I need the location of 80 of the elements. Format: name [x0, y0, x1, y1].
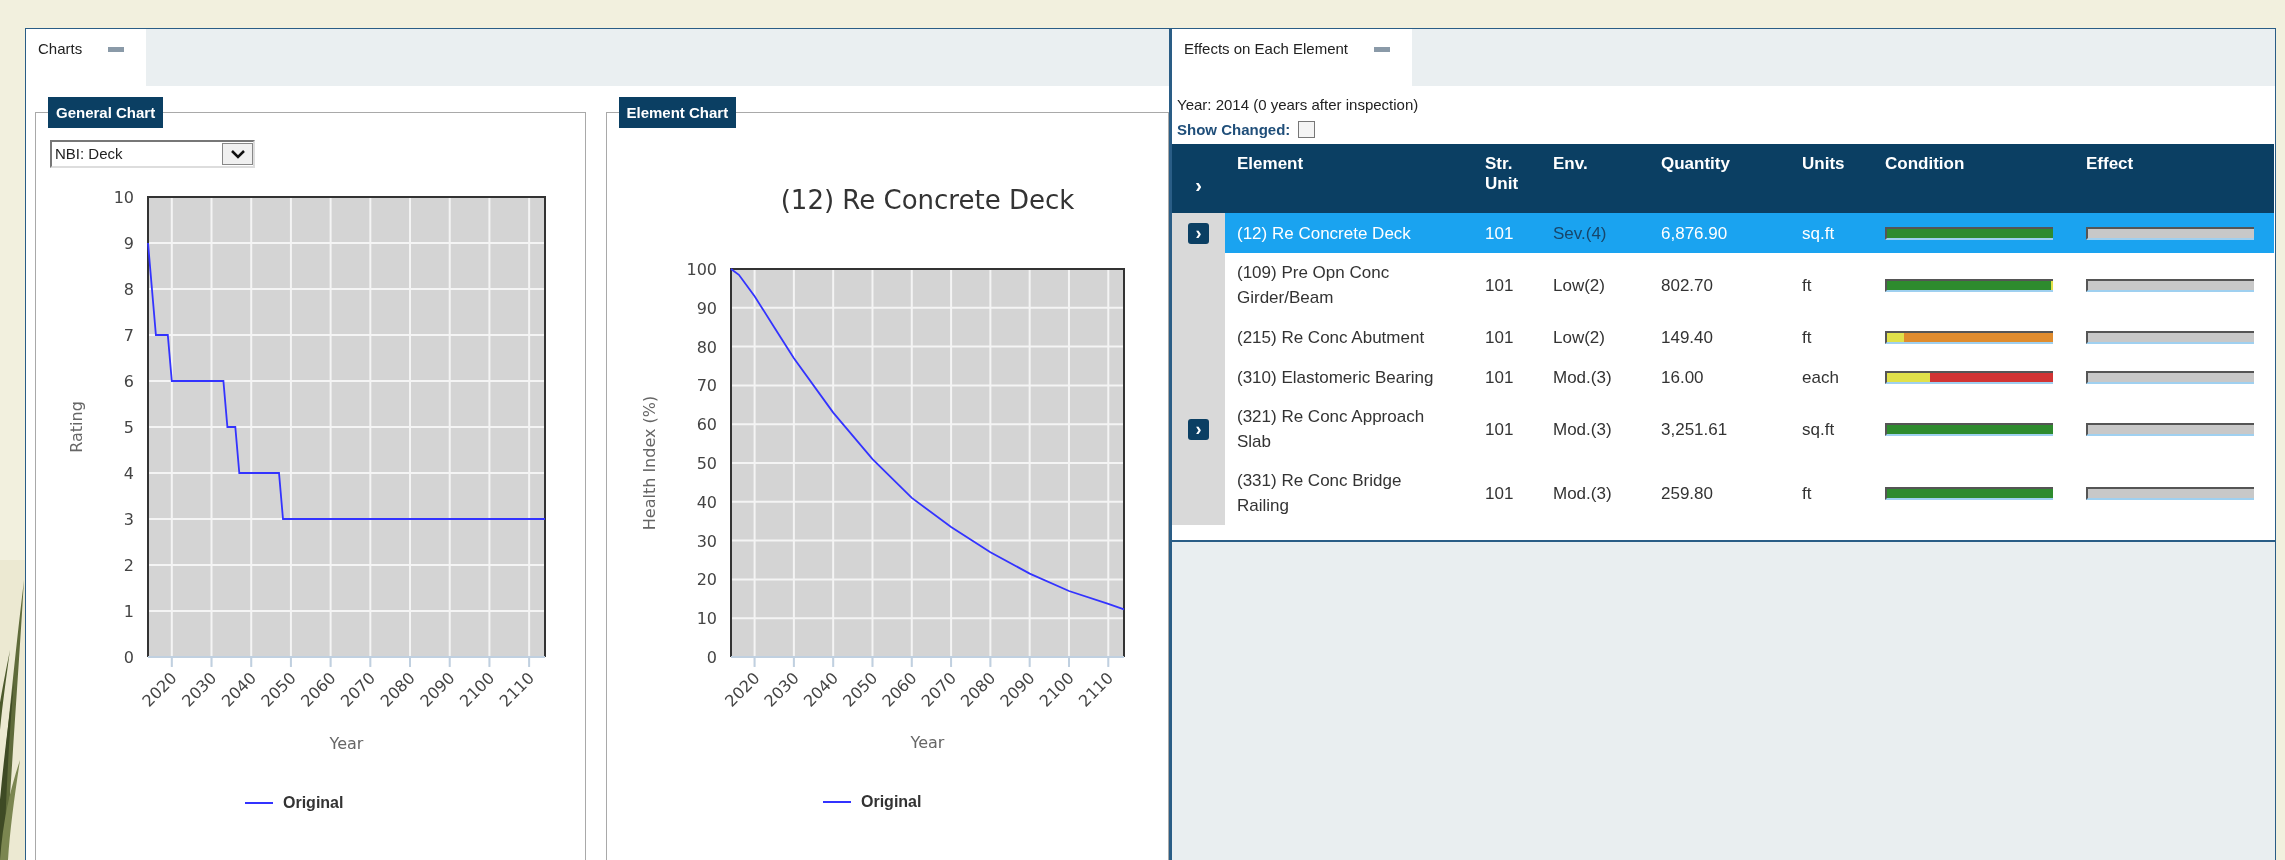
- table-cell-text: 101: [1485, 222, 1514, 245]
- expand-row-button[interactable]: ›: [1188, 418, 1209, 440]
- expand-all-button[interactable]: ›: [1195, 156, 1202, 213]
- show-changed-label: Show Changed:: [1177, 119, 1291, 140]
- year-text: Year: 2014 (0 years after inspection): [1176, 95, 1420, 115]
- table-cell-text: 101: [1485, 482, 1514, 505]
- table-cell-text: Sev.(4): [1553, 222, 1607, 245]
- table-cell-text: (331) Re Conc Bridge Railing: [1237, 470, 1403, 517]
- column-header[interactable]: Env.: [1553, 154, 1645, 174]
- table-cell-text: Mod.(3): [1553, 418, 1612, 441]
- axis-tick-label: 10: [696, 609, 717, 629]
- table-cell-text: 101: [1485, 274, 1514, 297]
- axis-title: Health Index (%): [639, 395, 659, 531]
- dropdown[interactable]: NBI: Deck: [50, 140, 255, 168]
- axis-tick-label: 7: [123, 326, 134, 345]
- axis-title: Rating: [67, 401, 86, 453]
- table-cell-text: 3,251.61: [1661, 418, 1728, 441]
- table-cell-text: (215) Re Conc Abutment: [1237, 326, 1425, 349]
- axis-tick-label: 30: [696, 531, 717, 551]
- column-header[interactable]: Element: [1237, 154, 1469, 174]
- table-cell-text: 101: [1485, 418, 1514, 441]
- table-cell-text: (109) Pre Opn Conc Girder/Beam: [1237, 262, 1391, 309]
- column-header[interactable]: Condition: [1885, 154, 2070, 174]
- axis-tick-label: 10: [113, 188, 134, 207]
- axis-tick-label: 40: [696, 492, 717, 512]
- axis-tick-label: 90: [696, 298, 717, 318]
- column-header[interactable]: Str. Unit: [1485, 154, 1537, 194]
- axis-tick-label: 100: [685, 260, 717, 279]
- legend-label: Original: [283, 794, 344, 811]
- panel-tab[interactable]: Charts: [26, 29, 147, 86]
- axis-tick-label: 3: [123, 510, 134, 529]
- axis-tick-label: 80: [696, 337, 717, 357]
- axis-tick-label: 6: [123, 372, 134, 391]
- table-cell-text: 802.70: [1661, 274, 1713, 297]
- axis-tick-label: 4: [123, 464, 134, 483]
- legend-label: Original: [860, 793, 921, 810]
- axis-tick-label: 5: [123, 418, 134, 437]
- axis-title: Year: [910, 733, 944, 752]
- table-cell-text: sq.ft: [1802, 418, 1835, 441]
- table-cell-text: 16.00: [1661, 366, 1704, 389]
- table-cell-text: (321) Re Conc Approach Slab: [1237, 406, 1426, 453]
- table-cell-text: Low(2): [1553, 326, 1605, 349]
- axis-tick-label: 2: [123, 556, 134, 575]
- chart-title: (12) Re Concrete Deck: [780, 185, 1074, 215]
- axis-tick-label: 60: [696, 415, 717, 435]
- table-cell-text: 149.40: [1661, 326, 1713, 349]
- axis-tick-label: 8: [123, 280, 134, 299]
- table-cell-text: 101: [1485, 366, 1514, 389]
- panel-tab[interactable]: Effects on Each Element: [1172, 29, 1412, 86]
- chevron-down-icon: [229, 149, 246, 159]
- table-cell-text: ft: [1802, 482, 1812, 505]
- table-cell-text: (12) Re Concrete Deck: [1237, 222, 1411, 245]
- axis-tick-label: 0: [123, 648, 134, 667]
- table-cell-text: ft: [1802, 274, 1812, 297]
- column-header[interactable]: Quantity: [1661, 154, 1786, 174]
- table-cell-text: 259.80: [1661, 482, 1713, 505]
- table-cell-text: Mod.(3): [1553, 366, 1612, 389]
- table-cell-text: ft: [1802, 326, 1812, 349]
- expand-row-button[interactable]: ›: [1188, 222, 1209, 244]
- table-row[interactable]: (12) Re Concrete Deck 101 Sev.(4) 6,876.90 sq.ft: [1225, 213, 2274, 253]
- axis-tick-label: 1: [123, 602, 134, 621]
- table-cell-text: 101: [1485, 326, 1514, 349]
- axis-tick-label: 20: [696, 570, 717, 590]
- axis-tick-label: 70: [696, 376, 717, 396]
- column-header[interactable]: Effect: [2086, 154, 2270, 174]
- minimize-icon[interactable]: [108, 47, 125, 52]
- table-cell-text: Mod.(3): [1553, 482, 1612, 505]
- column-header[interactable]: Units: [1802, 154, 1869, 174]
- axis-tick-label: 0: [706, 648, 717, 667]
- table-cell-text: sq.ft: [1802, 222, 1835, 245]
- section-label: Element Chart: [618, 97, 737, 128]
- table-cell-text: Low(2): [1553, 274, 1605, 297]
- axis-tick-label: 50: [696, 454, 717, 473]
- axis-title: Year: [329, 734, 364, 753]
- table-cell-text: 6,876.90: [1661, 222, 1728, 245]
- section-label: General Chart: [48, 97, 164, 128]
- axis-tick-label: 9: [123, 234, 134, 253]
- table-cell-text: (310) Elastomeric Bearing: [1237, 366, 1434, 389]
- table-cell-text: each: [1802, 366, 1839, 389]
- show-changed-checkbox[interactable]: [1298, 121, 1316, 139]
